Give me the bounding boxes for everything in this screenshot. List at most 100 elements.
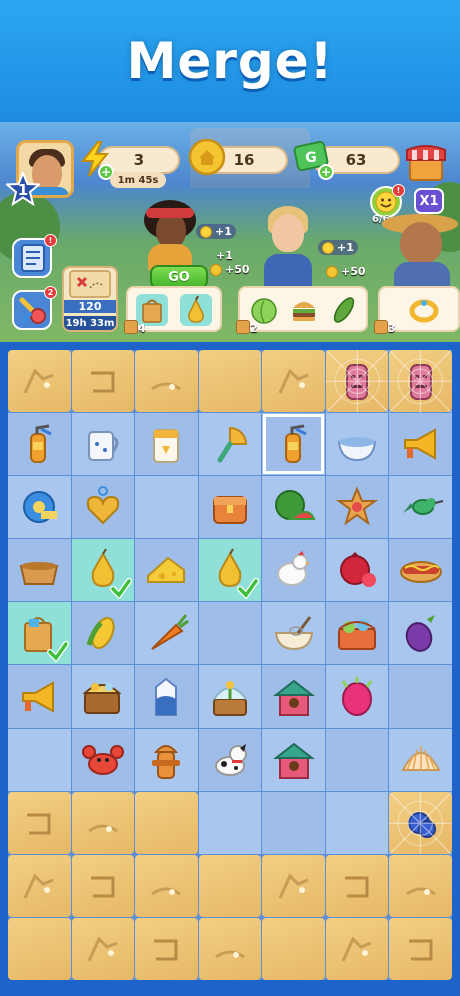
customer-woman-chef[interactable] bbox=[258, 206, 318, 286]
treasure-map-quest[interactable]: 120 19h 33m bbox=[62, 266, 118, 332]
house-item[interactable] bbox=[262, 665, 325, 728]
sand-tile[interactable] bbox=[8, 350, 71, 413]
bracelet-icon bbox=[408, 294, 440, 326]
sand-tile[interactable] bbox=[71, 791, 135, 854]
shell-item[interactable] bbox=[389, 728, 452, 791]
empty-cell[interactable] bbox=[198, 602, 262, 665]
customer-woman-curly-hair[interactable] bbox=[138, 200, 198, 270]
whisk-bowl-item[interactable] bbox=[262, 602, 325, 665]
sand-tile[interactable] bbox=[135, 917, 198, 980]
empty-cell[interactable] bbox=[389, 665, 452, 728]
sand-tile[interactable] bbox=[262, 917, 325, 980]
chicken-item[interactable] bbox=[262, 539, 325, 602]
treasure-chest-item[interactable] bbox=[71, 665, 135, 728]
flour-bag-item[interactable] bbox=[135, 413, 198, 476]
reward-smile-2: +1 bbox=[318, 240, 358, 255]
sand-tile[interactable] bbox=[198, 854, 262, 917]
sand-tile[interactable] bbox=[389, 917, 452, 980]
pear-item[interactable] bbox=[198, 539, 262, 602]
sand-tile[interactable] bbox=[135, 854, 198, 917]
sand-tile[interactable] bbox=[135, 791, 198, 854]
tools-icon bbox=[19, 297, 46, 324]
megaphone-item[interactable] bbox=[8, 665, 71, 728]
reward-coins-2: +50 bbox=[322, 264, 370, 279]
reward-energy-1: +1 bbox=[216, 249, 233, 262]
hummingbird-item[interactable] bbox=[389, 476, 452, 539]
sand-tile[interactable] bbox=[71, 350, 135, 413]
veggie-basket-item[interactable] bbox=[325, 602, 389, 665]
sand-tile[interactable] bbox=[8, 854, 71, 917]
fan-item[interactable] bbox=[198, 413, 262, 476]
cucumber-icon bbox=[328, 294, 360, 326]
burger-icon bbox=[288, 294, 320, 326]
cookie-item[interactable] bbox=[325, 476, 389, 539]
quest-count: 120 bbox=[64, 300, 116, 313]
level-star-badge: 1 bbox=[6, 172, 40, 206]
carrot-item[interactable] bbox=[135, 602, 198, 665]
reward-smile-1: +1 bbox=[196, 224, 236, 239]
sand-tile[interactable] bbox=[325, 917, 389, 980]
sand-tile[interactable] bbox=[389, 854, 452, 917]
blueberry-item[interactable] bbox=[389, 791, 452, 855]
cash-plus-icon[interactable]: + bbox=[318, 164, 334, 180]
totem-item[interactable] bbox=[389, 350, 452, 413]
cheese-item[interactable] bbox=[135, 539, 198, 602]
sand-tile[interactable] bbox=[325, 854, 389, 917]
sand-tile[interactable] bbox=[135, 350, 198, 413]
totem-item[interactable] bbox=[325, 350, 389, 413]
crab-item[interactable] bbox=[71, 728, 135, 791]
tools-badge: 2 bbox=[44, 286, 57, 299]
hydrant-item[interactable] bbox=[135, 728, 198, 791]
eggplant-item[interactable] bbox=[389, 602, 452, 665]
extinguisher-item[interactable] bbox=[262, 413, 325, 476]
sand-tile[interactable] bbox=[262, 350, 325, 413]
sand-tile[interactable] bbox=[8, 791, 71, 854]
coin-icon bbox=[210, 264, 222, 276]
bag-item[interactable] bbox=[8, 602, 71, 665]
plant-box-item[interactable] bbox=[198, 665, 262, 728]
sand-tile[interactable] bbox=[198, 350, 262, 413]
pomegranate-item[interactable] bbox=[325, 539, 389, 602]
customer-farmer-man[interactable] bbox=[382, 210, 460, 290]
banner-title: Merge! bbox=[126, 32, 334, 90]
coins-value: 16 bbox=[233, 151, 255, 169]
milk-item[interactable] bbox=[135, 665, 198, 728]
empty-cell[interactable] bbox=[262, 791, 325, 854]
sand-tile[interactable] bbox=[198, 917, 262, 980]
sand-tile[interactable] bbox=[71, 917, 135, 980]
sand-tile[interactable] bbox=[8, 917, 71, 980]
empty-cell[interactable] bbox=[8, 728, 71, 791]
sand-tile[interactable] bbox=[71, 854, 135, 917]
extinguisher-item[interactable] bbox=[8, 413, 71, 476]
empty-cell[interactable] bbox=[198, 791, 262, 854]
sand-tile[interactable] bbox=[262, 854, 325, 917]
chest-item[interactable] bbox=[198, 476, 262, 539]
watermelon-item[interactable] bbox=[262, 476, 325, 539]
energy-timer: 1m 45s bbox=[110, 172, 166, 188]
pear-item[interactable] bbox=[71, 539, 135, 602]
hotdog-item[interactable] bbox=[389, 539, 452, 602]
merge-board bbox=[8, 350, 452, 980]
empty-cell[interactable] bbox=[325, 728, 389, 791]
tape-item[interactable] bbox=[8, 476, 71, 539]
cash-value: 63 bbox=[345, 151, 367, 169]
order-count-3: 3 bbox=[388, 322, 396, 335]
dog-item[interactable] bbox=[198, 728, 262, 791]
megaphone-item[interactable] bbox=[389, 413, 452, 476]
order-count-1: 4 bbox=[138, 322, 146, 335]
shop-icon[interactable] bbox=[404, 140, 448, 184]
dragonfruit-item[interactable] bbox=[325, 665, 389, 728]
heart-pendant-item[interactable] bbox=[71, 476, 135, 539]
banner: Merge! bbox=[0, 0, 460, 122]
corn-item[interactable] bbox=[71, 602, 135, 665]
bowl-item[interactable] bbox=[325, 413, 389, 476]
empty-cell[interactable] bbox=[325, 791, 389, 854]
house-item[interactable] bbox=[262, 728, 325, 791]
order-ticket-icon-3 bbox=[374, 320, 388, 334]
coin-home-icon bbox=[188, 138, 226, 176]
pear-icon bbox=[180, 294, 212, 326]
empty-cell[interactable] bbox=[135, 476, 198, 539]
basket-item[interactable] bbox=[8, 539, 71, 602]
mug-item[interactable] bbox=[71, 413, 135, 476]
notebook-icon bbox=[21, 244, 45, 272]
